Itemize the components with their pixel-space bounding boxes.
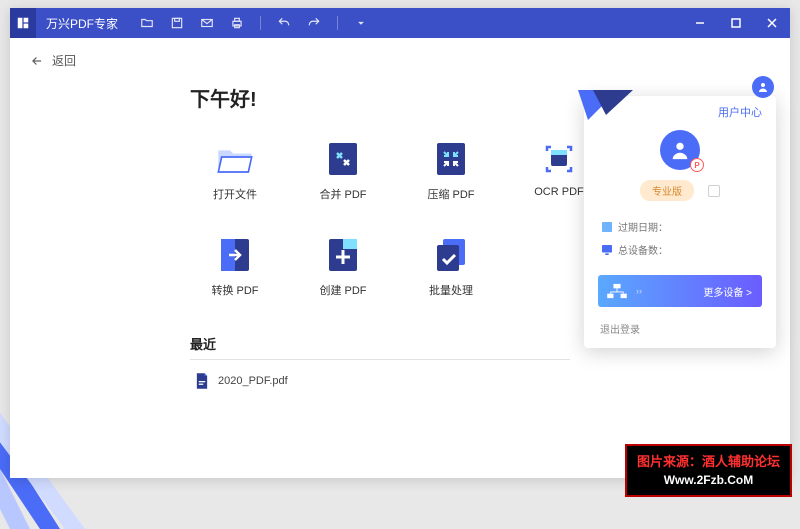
tile-label: 压缩 PDF bbox=[427, 186, 474, 202]
action-grid: 打开文件 合并 PDF 压缩 PDF OCR PDF 转换 PDF bbox=[190, 140, 610, 298]
tile-create-pdf[interactable]: 创建 PDF bbox=[298, 236, 388, 298]
plan-label: 专业版 bbox=[640, 180, 694, 201]
calendar-icon bbox=[602, 222, 612, 232]
panel-avatar: P bbox=[660, 130, 700, 170]
print-icon[interactable] bbox=[230, 16, 244, 30]
tile-label: 批量处理 bbox=[429, 282, 473, 298]
undo-icon[interactable] bbox=[277, 16, 291, 30]
tile-compress-pdf[interactable]: 压缩 PDF bbox=[406, 140, 496, 202]
recent-item[interactable]: 2020_PDF.pdf bbox=[190, 360, 790, 402]
tile-merge-pdf[interactable]: 合并 PDF bbox=[298, 140, 388, 202]
recent-filename: 2020_PDF.pdf bbox=[218, 375, 288, 387]
expire-row: 过期日期： bbox=[584, 215, 776, 238]
ocr-icon bbox=[539, 140, 579, 178]
mail-icon[interactable] bbox=[200, 16, 214, 30]
recent-title: 最近 bbox=[190, 334, 570, 360]
dropdown-icon[interactable] bbox=[354, 16, 368, 30]
plan-toggle-icon[interactable] bbox=[708, 185, 720, 197]
devices-row: 总设备数： bbox=[584, 238, 776, 261]
network-icon bbox=[606, 283, 628, 299]
monitor-icon bbox=[602, 245, 612, 255]
back-label: 返回 bbox=[52, 52, 76, 69]
logout-button[interactable]: 退出登录 bbox=[584, 307, 776, 336]
folder-icon[interactable] bbox=[140, 16, 154, 30]
more-devices-button[interactable]: ›› 更多设备 > bbox=[598, 275, 762, 307]
tile-label: 创建 PDF bbox=[319, 282, 366, 298]
compress-icon bbox=[431, 140, 471, 178]
convert-icon bbox=[215, 236, 255, 274]
save-icon[interactable] bbox=[170, 16, 184, 30]
pro-badge: P bbox=[690, 158, 704, 172]
tile-label: 打开文件 bbox=[213, 186, 257, 202]
folder-open-icon bbox=[215, 140, 255, 178]
pdf-file-icon bbox=[194, 372, 210, 390]
tile-label: OCR PDF bbox=[534, 186, 584, 198]
user-avatar-button[interactable] bbox=[752, 76, 774, 98]
tile-label: 转换 PDF bbox=[211, 282, 258, 298]
redo-icon[interactable] bbox=[307, 16, 321, 30]
close-button[interactable] bbox=[754, 8, 790, 38]
minimize-button[interactable] bbox=[682, 8, 718, 38]
tile-open-file[interactable]: 打开文件 bbox=[190, 140, 280, 202]
app-title: 万兴PDF专家 bbox=[46, 15, 118, 32]
app-logo bbox=[10, 8, 36, 38]
titlebar: 万兴PDF专家 bbox=[10, 8, 790, 38]
tile-batch-process[interactable]: 批量处理 bbox=[406, 236, 496, 298]
back-button[interactable]: 返回 bbox=[10, 38, 790, 83]
batch-icon bbox=[431, 236, 471, 274]
user-panel: 用户中心 P 专业版 过期日期： 总设备数： ›› 更多设备 > bbox=[584, 96, 776, 348]
tile-convert-pdf[interactable]: 转换 PDF bbox=[190, 236, 280, 298]
maximize-button[interactable] bbox=[718, 8, 754, 38]
tile-label: 合并 PDF bbox=[319, 186, 366, 202]
watermark: 图片来源：酒人辅助论坛 Www.2Fzb.CoM bbox=[625, 444, 792, 498]
create-icon bbox=[323, 236, 363, 274]
merge-icon bbox=[323, 140, 363, 178]
